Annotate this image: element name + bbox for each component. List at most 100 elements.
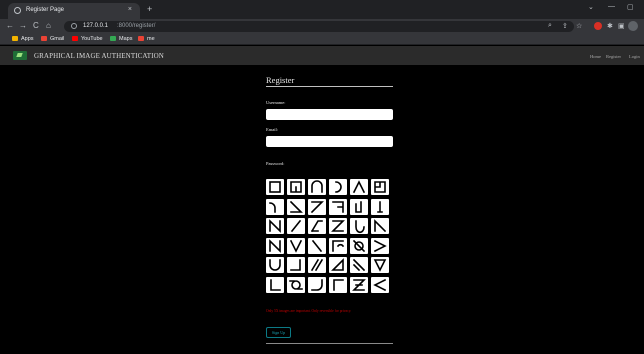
password-tile[interactable] xyxy=(329,198,347,215)
bookmarks-bar: Apps Gmail YouTube Maps me xyxy=(0,34,644,45)
password-tile[interactable] xyxy=(287,179,305,195)
url-path: :8000/register/ xyxy=(117,23,156,29)
sidebar-icon[interactable]: ▣ xyxy=(618,22,625,30)
username-label: Username: xyxy=(266,100,286,105)
ring-icon xyxy=(289,279,303,290)
vertical-line-icon xyxy=(377,200,383,213)
username-input[interactable] xyxy=(266,109,393,120)
password-note: Only 5X images are important. Only rever… xyxy=(266,309,352,313)
password-tile[interactable] xyxy=(308,276,326,293)
j-shape-icon xyxy=(290,259,301,271)
password-tile[interactable] xyxy=(371,257,389,273)
bookmark-me[interactable]: me xyxy=(138,35,155,44)
tab-register-page[interactable]: Register Page × xyxy=(8,3,140,19)
gmail-icon xyxy=(138,36,144,41)
password-tile[interactable] xyxy=(350,237,368,254)
password-tile[interactable] xyxy=(329,276,347,293)
nav-home-link[interactable]: Home xyxy=(590,54,601,59)
site-logo[interactable] xyxy=(13,51,27,60)
new-tab-button[interactable]: + xyxy=(147,4,152,14)
crescent-icon xyxy=(355,220,365,234)
profile-avatar[interactable] xyxy=(628,21,638,31)
password-tile[interactable] xyxy=(371,237,389,254)
backslash-icon xyxy=(311,239,323,252)
corner-bracket-icon xyxy=(290,181,302,193)
password-tile[interactable] xyxy=(371,179,389,195)
maps-icon xyxy=(110,36,116,41)
password-tile[interactable] xyxy=(308,257,326,273)
home-button[interactable]: ⌂ xyxy=(46,21,51,30)
password-tile[interactable] xyxy=(287,198,305,215)
password-tile[interactable] xyxy=(308,237,326,254)
extension-icon[interactable] xyxy=(594,22,602,30)
chevron-down-icon xyxy=(373,259,387,272)
reload-button[interactable]: C xyxy=(33,21,39,30)
signup-button[interactable]: Sign Up xyxy=(266,327,291,338)
password-tile[interactable] xyxy=(266,198,284,215)
bookmark-apps[interactable]: Apps xyxy=(12,35,34,44)
diagonal-slash-icon xyxy=(352,258,366,272)
password-tile[interactable] xyxy=(329,218,347,234)
password-tile[interactable] xyxy=(308,218,326,234)
v-shape-icon xyxy=(289,239,303,253)
nav-register-link[interactable]: Register xyxy=(606,54,621,59)
address-bar[interactable]: 127.0.0.1 :8000/register/ xyxy=(64,21,574,32)
password-tile[interactable] xyxy=(350,257,368,273)
bookmark-maps[interactable]: Maps xyxy=(110,35,132,44)
search-icon[interactable]: ⌕ xyxy=(548,22,552,30)
password-tile[interactable] xyxy=(329,237,347,254)
password-tile[interactable] xyxy=(350,276,368,293)
password-tile[interactable] xyxy=(266,179,284,195)
site-brand[interactable]: GRAPHICAL IMAGE AUTHENTICATION xyxy=(34,52,164,60)
password-tile[interactable] xyxy=(287,237,305,254)
password-tile[interactable] xyxy=(287,218,305,234)
diagonal-wedge-icon xyxy=(289,200,303,213)
password-tile[interactable] xyxy=(308,198,326,215)
open-square-icon xyxy=(332,239,345,252)
globe-icon xyxy=(14,7,21,14)
password-tile[interactable] xyxy=(266,237,284,254)
bracket-line-icon xyxy=(355,200,362,213)
password-tile[interactable] xyxy=(350,179,368,195)
puzzle-icon[interactable]: ✱ xyxy=(607,22,613,30)
password-tile[interactable] xyxy=(371,218,389,234)
password-tile[interactable] xyxy=(266,276,284,293)
skew-bar-icon xyxy=(310,220,323,233)
close-tab-icon[interactable]: × xyxy=(128,6,132,13)
chevron-down-icon[interactable]: ⌄ xyxy=(588,3,594,11)
password-tile[interactable] xyxy=(287,257,305,273)
apps-icon xyxy=(12,36,18,41)
star-icon[interactable]: ☆ xyxy=(576,22,582,30)
square-icon xyxy=(269,181,281,193)
password-tile[interactable] xyxy=(350,218,368,234)
triangle-corner-icon xyxy=(331,258,344,271)
l-shape-icon xyxy=(270,278,281,291)
bookmark-youtube[interactable]: YouTube xyxy=(72,35,103,44)
password-tile[interactable] xyxy=(350,198,368,215)
half-circle-icon xyxy=(335,181,342,193)
less-than-icon xyxy=(373,278,387,291)
password-tile[interactable] xyxy=(266,218,284,234)
maximize-icon[interactable]: ▢ xyxy=(627,3,634,11)
password-tile[interactable] xyxy=(329,179,347,195)
nav-login-link[interactable]: Login xyxy=(629,54,640,59)
divider xyxy=(266,86,393,87)
password-tile[interactable] xyxy=(371,198,389,215)
bookmark-gmail[interactable]: Gmail xyxy=(41,35,64,44)
share-icon[interactable]: ⇪ xyxy=(562,22,568,30)
password-tile[interactable] xyxy=(329,257,347,273)
greater-than-icon xyxy=(373,239,387,252)
email-input[interactable] xyxy=(266,136,393,147)
back-button[interactable]: ← xyxy=(6,21,14,30)
info-icon[interactable] xyxy=(71,23,77,29)
arc-icon xyxy=(311,180,323,193)
gamma-icon xyxy=(333,278,344,291)
password-tile[interactable] xyxy=(287,276,305,293)
password-label: Password: xyxy=(266,161,285,166)
forward-button[interactable]: → xyxy=(19,21,27,30)
password-tile[interactable] xyxy=(371,276,389,293)
youtube-icon xyxy=(72,36,78,41)
password-tile[interactable] xyxy=(266,257,284,273)
password-tile[interactable] xyxy=(308,179,326,195)
minimize-icon[interactable]: — xyxy=(608,3,615,10)
